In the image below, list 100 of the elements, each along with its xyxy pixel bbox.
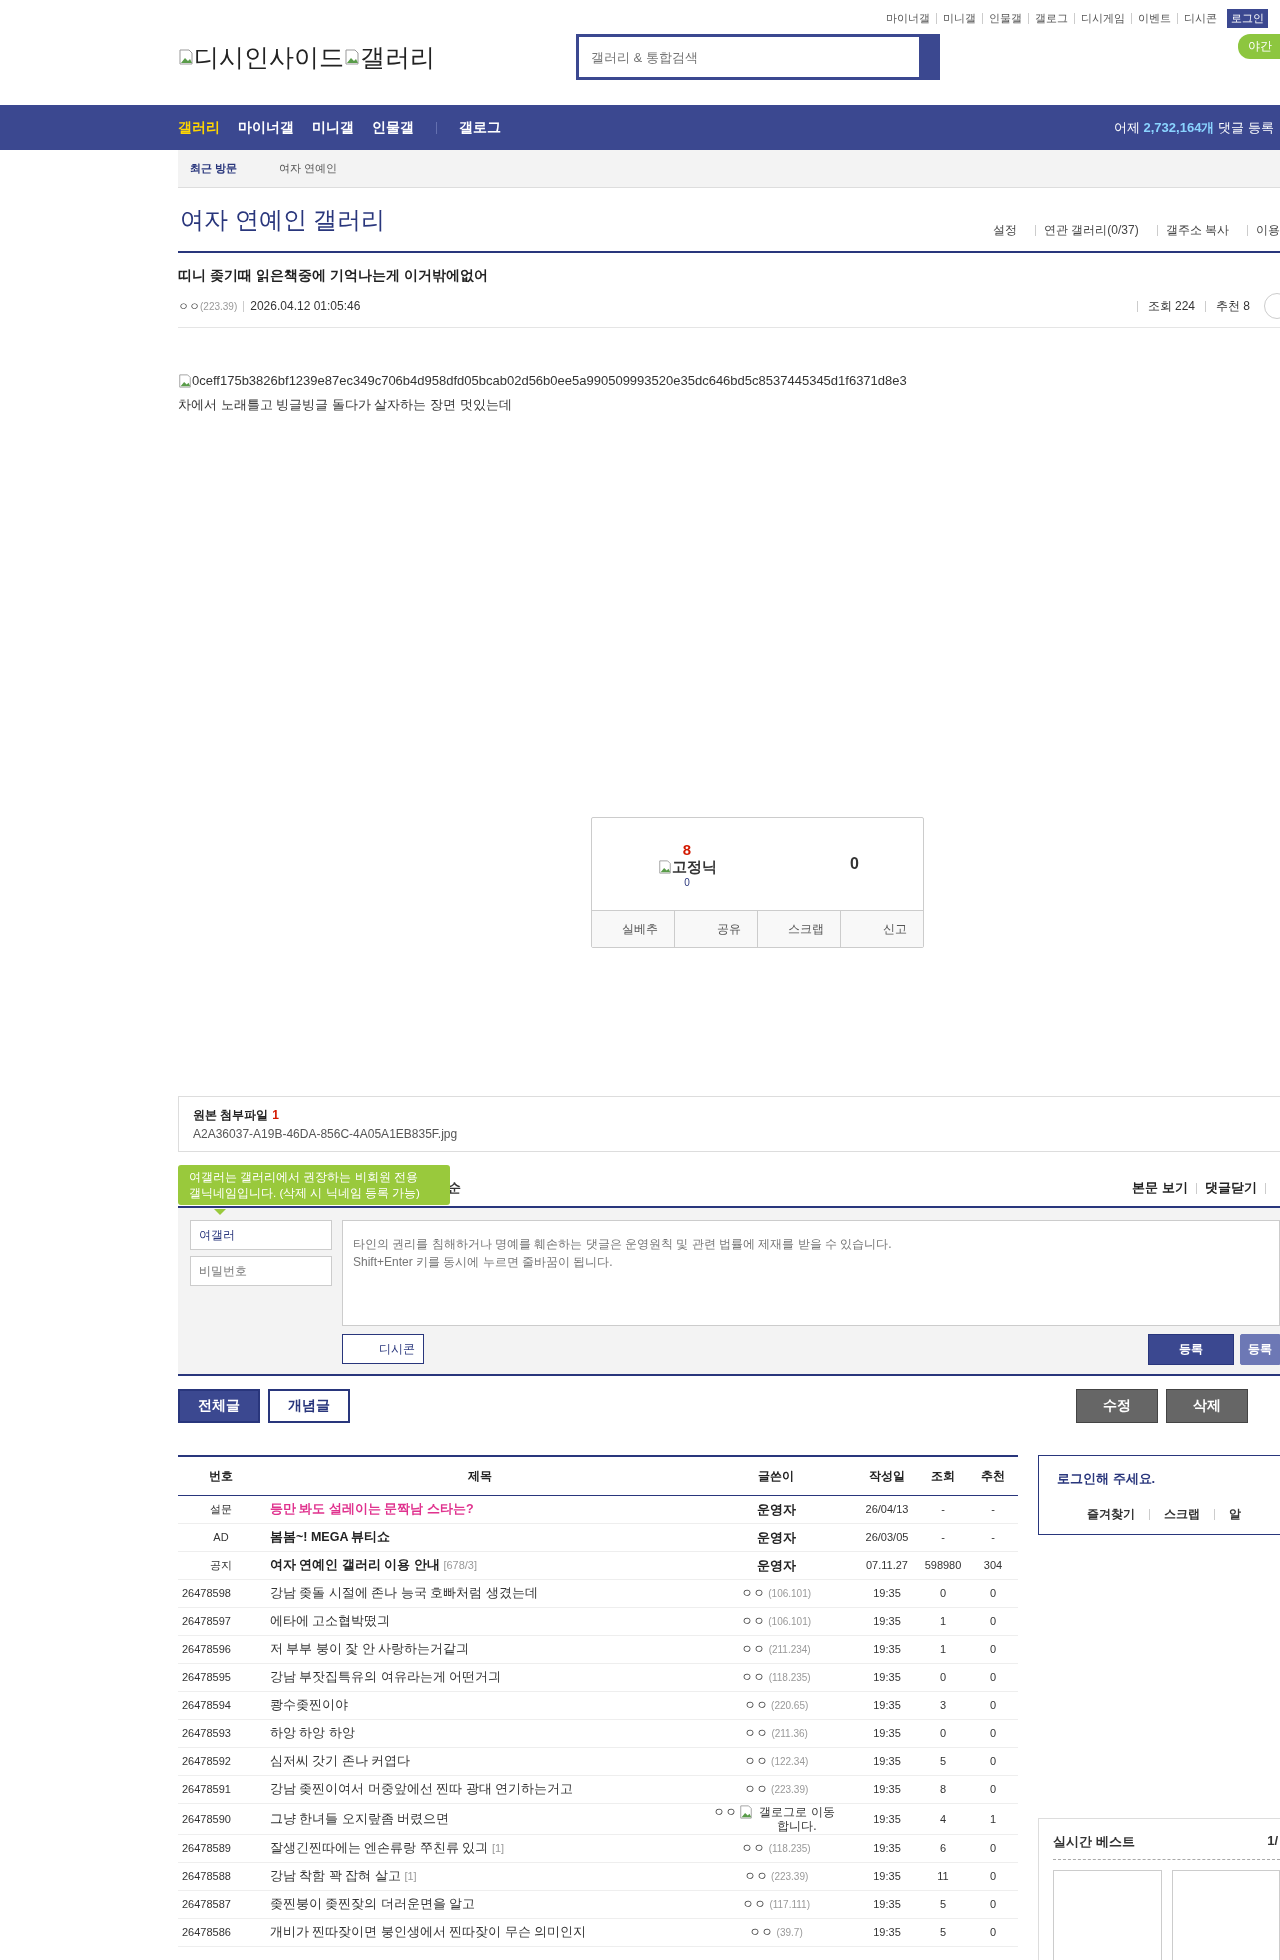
recommend-count: 0 [989, 1926, 997, 1938]
post-date: 19:35 [873, 1587, 901, 1599]
top-link[interactable]: 미니갤 [943, 11, 976, 26]
post-title-link[interactable]: 잘생긴찐따에는 엔손류랑 쭈친류 있긔 [270, 1841, 489, 1855]
vote-action-button[interactable]: 실베추 [592, 911, 674, 947]
gallog-link-text[interactable]: 갤로그로 이동합니다. [755, 1805, 839, 1833]
top-link[interactable]: 인물갤 [989, 11, 1022, 26]
writer-name[interactable]: ㅇㅇ [742, 1897, 767, 1911]
post-date: 19:35 [873, 1812, 901, 1825]
list-tab[interactable]: 개념글 [268, 1389, 350, 1423]
upvote-count: 8 [682, 840, 692, 858]
list-tab[interactable]: 전체글 [178, 1389, 260, 1423]
comment-sort-text[interactable]: 순 [448, 1179, 461, 1197]
best-card[interactable] [1171, 1870, 1280, 1960]
password-field[interactable]: 비밀번호 [190, 1256, 332, 1286]
login-panel-link[interactable]: 알 [1229, 1506, 1241, 1523]
writer-name[interactable]: ㅇㅇ [740, 1586, 765, 1600]
writer-name[interactable]: ㅇㅇ [741, 1841, 766, 1855]
post-title-link[interactable]: 개비가 찐따잦이면 붕인생에서 찐따잦이 무슨 의미인지 [270, 1925, 587, 1939]
gallery-menu-link[interactable]: 이용 [1256, 222, 1280, 239]
recommend-count: 0 [989, 1699, 997, 1711]
post-action-button[interactable]: 삭제 [1166, 1389, 1248, 1423]
view-count: 11 [937, 1870, 949, 1882]
gallery-menu-link[interactable]: 설정 [992, 222, 1017, 239]
writer-name: 운영자 [756, 1557, 796, 1573]
post-title-link[interactable]: 심저씨 갓기 존나 커엽다 [270, 1754, 411, 1768]
writer-ip: (223.39) [771, 1784, 809, 1795]
recommend-count: 0 [989, 1783, 997, 1795]
post-title-link[interactable]: 쾅수좆찐이야 [270, 1698, 348, 1712]
post-title-link[interactable]: 좆찐붕이 좆찐잦의 더러운면을 알고 [270, 1897, 476, 1911]
gallery-title[interactable]: 여자 연예인 갤러리 [180, 204, 386, 236]
writer-name[interactable]: ㅇㅇ [740, 1614, 765, 1628]
post-title-link[interactable]: 하앙 하앙 하앙 [270, 1726, 355, 1740]
search-field[interactable]: 갤러리 & 통합검색 [576, 34, 940, 80]
broken-image-icon [178, 49, 194, 65]
submit-button[interactable]: 등록 [1148, 1334, 1234, 1365]
writer-name[interactable]: ㅇㅇ [743, 1698, 768, 1712]
top-link[interactable]: 디시게임 [1081, 11, 1125, 26]
login-panel-link[interactable]: 즐겨찾기 [1087, 1506, 1135, 1523]
nickname-field[interactable]: 여갤러 [190, 1220, 332, 1250]
login-button[interactable]: 로그인 [1227, 9, 1268, 28]
post-title-link[interactable]: 강남 착함 꽉 잡혀 살고 [270, 1869, 401, 1883]
recent-gallery-link[interactable]: 여자 연예인 [279, 161, 338, 176]
attachment-label: 원본 첨부파일 [193, 1108, 269, 1122]
top-link[interactable]: 갤로그 [1035, 11, 1068, 26]
gallery-menu-link[interactable]: 갤주소 복사 [1165, 222, 1229, 239]
post-title-link[interactable]: 강남 부잣집특유의 여유라는게 어떤거긔 [270, 1670, 502, 1684]
post-writer[interactable]: ㅇㅇ [178, 298, 200, 314]
fixed-nick-label: 고정닉 [671, 857, 717, 877]
writer-name[interactable]: ㅇㅇ [743, 1782, 768, 1796]
writer-name[interactable]: ㅇㅇ [744, 1726, 769, 1740]
post-date: 19:35 [873, 1755, 901, 1767]
post-title-link[interactable]: 에타에 고소협박떴긔 [270, 1614, 391, 1628]
top-link[interactable]: 마이너갤 [886, 11, 930, 26]
vote-action-button[interactable]: 공유 [674, 911, 757, 947]
logo-text[interactable]: 디시인사이드 [194, 40, 344, 74]
nav-tab[interactable]: 갤러리 [178, 118, 220, 137]
comment-header-link[interactable]: 댓글닫기 [1205, 1179, 1257, 1197]
post-title-link[interactable]: 등만 봐도 설레이는 문짝남 스타는? [270, 1502, 474, 1516]
column-header: 제목 [264, 1456, 696, 1496]
view-count: - [941, 1503, 945, 1515]
submit-button[interactable]: 등록 [1240, 1334, 1280, 1365]
post-title-link[interactable]: 강남 좆돌 시절에 존나 능국 호빠처럼 생겼는데 [270, 1586, 538, 1600]
post-title-link[interactable]: 강남 좆찐이여서 머중앞에선 찐따 광대 연기하는거고 [270, 1782, 574, 1796]
post-title-link[interactable]: 저 부부 붕이 잧 안 사랑하는거같긔 [270, 1642, 470, 1656]
column-header: 글쓴이 [696, 1456, 856, 1496]
post-number: AD [213, 1531, 229, 1543]
writer-name[interactable]: ㅇㅇ [743, 1754, 768, 1768]
top-link[interactable]: 이벤트 [1138, 11, 1171, 26]
view-count: 8 [939, 1783, 947, 1795]
post-title-link[interactable]: 그냥 한녀들 오지랖좀 버렸으면 [270, 1811, 450, 1826]
best-card[interactable] [1053, 1870, 1162, 1960]
nav-tab[interactable]: 미니갤 [312, 118, 354, 137]
comment-count: 2,732,164개 [1143, 118, 1215, 137]
post-action-button[interactable]: 수정 [1076, 1389, 1158, 1423]
comment-textarea[interactable]: 타인의 권리를 침해하거나 명예를 훼손하는 댓글은 운영원칙 및 관련 법률에 제재를 받을 수 있습니다. Shift+Enter 키를 동시에 누르면 줄바꿈이 됩니다. [342, 1220, 1280, 1326]
nav-tab[interactable]: 갤로그 [459, 118, 501, 137]
post-number: 26478593 [182, 1727, 231, 1739]
writer-name[interactable]: ㅇㅇ [749, 1925, 774, 1939]
comment-header-link[interactable]: 본문 보기 [1132, 1179, 1188, 1197]
writer-ip: (106.101) [768, 1588, 812, 1599]
writer-name[interactable]: ㅇㅇ [741, 1642, 766, 1656]
writer-name[interactable]: ㅇㅇ [713, 1805, 737, 1820]
nav-tab[interactable]: 마이너갤 [238, 118, 294, 137]
vote-action-button[interactable]: 스크랩 [757, 911, 840, 947]
recommend-count: - [991, 1503, 995, 1515]
gallery-menu-link[interactable]: 연관 갤러리(0/37) [1043, 222, 1139, 239]
writer-name[interactable]: ㅇㅇ [741, 1670, 766, 1684]
logo-text[interactable]: 갤러리 [360, 40, 435, 74]
post-title-link[interactable]: 봄봄~! MEGA 뷰티쇼 [270, 1530, 391, 1544]
login-panel-link[interactable]: 스크랩 [1164, 1506, 1200, 1523]
dccon-button[interactable]: 디시콘 [342, 1334, 424, 1364]
writer-name[interactable]: ㅇㅇ [743, 1869, 768, 1883]
post-title: 띠니 좆기때 읽은책중에 기억나는게 이거밖에없어 [178, 267, 489, 285]
nav-tab[interactable]: 인물갤 [372, 118, 414, 137]
vote-action-button[interactable]: 신고 [840, 911, 923, 947]
recommend-count: 0 [989, 1643, 997, 1655]
post-title-link[interactable]: 여자 연예인 갤러리 이용 안내 [270, 1558, 440, 1572]
top-link[interactable]: 디시콘 [1184, 11, 1217, 26]
attachment-file-link[interactable]: A2A36037-A19B-46DA-856C-4A05A1EB835F.jpg [193, 1127, 1266, 1141]
